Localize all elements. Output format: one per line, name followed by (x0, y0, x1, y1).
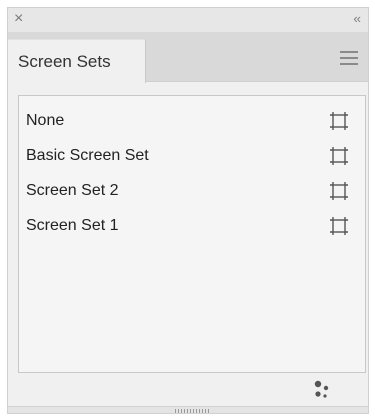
list-item[interactable]: None (19, 104, 365, 139)
screen-frame-icon[interactable] (329, 216, 349, 236)
list-item[interactable]: Screen Set 2 (19, 174, 365, 209)
list-item[interactable]: Basic Screen Set (19, 139, 365, 174)
tab-strip: Screen Sets (8, 32, 368, 83)
grip-handle-icon[interactable] (175, 409, 211, 413)
list-item-label: None (26, 112, 65, 129)
list-item[interactable]: Screen Set 1 (19, 209, 365, 244)
screen-sets-panel: × ‹‹ Screen Sets None Basic Screen Set S… (7, 7, 369, 414)
close-icon[interactable]: × (14, 11, 23, 27)
list-item-label: Screen Set 2 (26, 182, 119, 199)
list-item-label: Screen Set 1 (26, 217, 119, 234)
screen-frame-icon[interactable] (329, 181, 349, 201)
screen-set-list: None Basic Screen Set Screen Set 2 Scree… (18, 95, 366, 373)
list-item-label: Basic Screen Set (26, 147, 149, 164)
tab-screen-sets[interactable]: Screen Sets (8, 39, 146, 83)
panel-title-bar: × ‹‹ (8, 8, 368, 32)
tab-label: Screen Sets (18, 52, 111, 71)
resize-grip[interactable] (8, 406, 368, 413)
collapse-icon[interactable]: ‹‹ (353, 11, 361, 27)
panel-footer (8, 373, 368, 406)
options-dots-icon[interactable] (312, 379, 332, 401)
menu-icon[interactable] (340, 51, 358, 65)
screen-frame-icon[interactable] (329, 111, 349, 131)
screen-frame-icon[interactable] (329, 146, 349, 166)
